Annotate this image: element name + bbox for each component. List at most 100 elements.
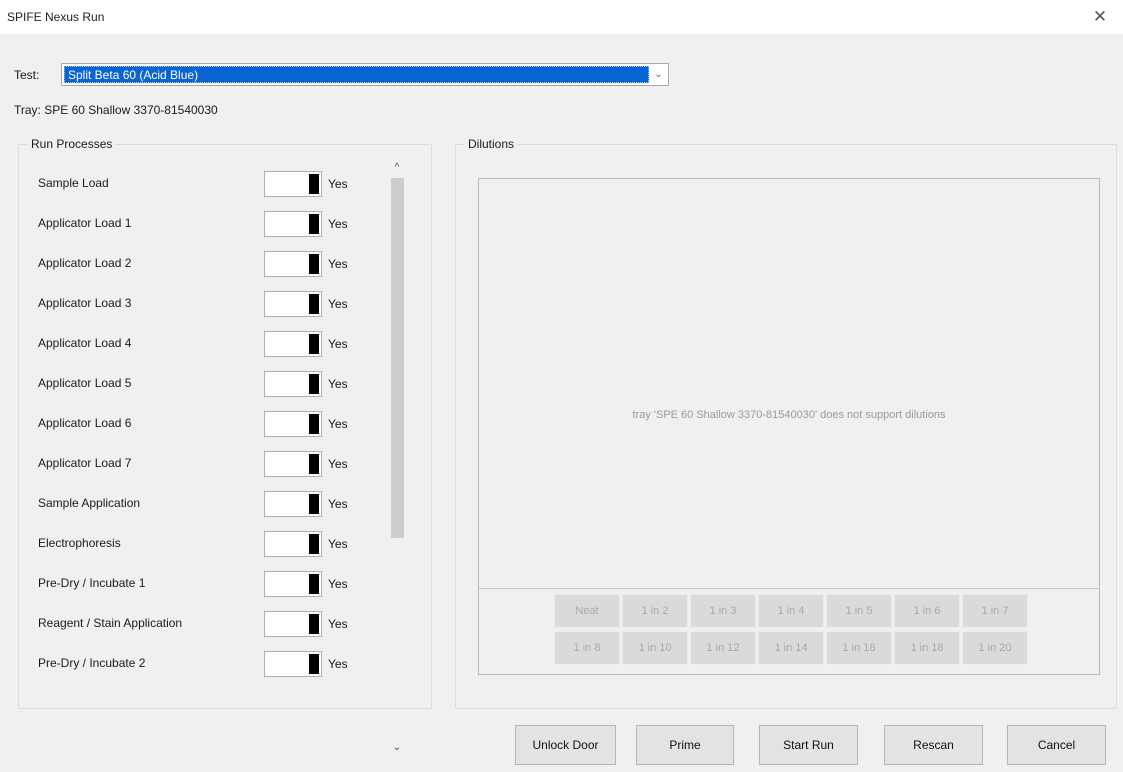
dilution-button[interactable]: 1 in 5	[826, 594, 892, 628]
toggle-knob	[309, 614, 319, 634]
scroll-down-icon[interactable]: ⌄	[388, 740, 406, 756]
run-process-row: Pre-Dry / Incubate 1 Yes	[19, 569, 399, 597]
run-process-value: Yes	[328, 177, 348, 191]
run-process-value: Yes	[328, 497, 348, 511]
toggle-knob	[309, 414, 319, 434]
start-run-button[interactable]: Start Run	[759, 725, 858, 765]
run-process-toggle[interactable]	[264, 171, 322, 197]
title-bar: SPIFE Nexus Run ✕	[0, 0, 1123, 34]
run-process-value: Yes	[328, 617, 348, 631]
dilutions-message: tray 'SPE 60 Shallow 3370-81540030' does…	[632, 409, 946, 421]
run-process-label: Sample Application	[38, 496, 141, 510]
run-process-toggle[interactable]	[264, 331, 322, 357]
run-process-row: Applicator Load 2 Yes	[19, 249, 399, 277]
run-process-value: Yes	[328, 417, 348, 431]
run-process-row: Sample Load Yes	[19, 169, 399, 197]
run-process-row: Applicator Load 3 Yes	[19, 289, 399, 317]
run-process-row: Applicator Load 7 Yes	[19, 449, 399, 477]
dilution-button[interactable]: 1 in 7	[962, 594, 1028, 628]
run-process-label: Reagent / Stain Application	[38, 616, 183, 630]
toggle-knob	[309, 494, 319, 514]
toggle-knob	[309, 334, 319, 354]
run-process-value: Yes	[328, 337, 348, 351]
unlock-door-button[interactable]: Unlock Door	[515, 725, 616, 765]
toggle-knob	[309, 254, 319, 274]
dilution-button[interactable]: 1 in 6	[894, 594, 960, 628]
run-process-value: Yes	[328, 217, 348, 231]
toggle-knob	[309, 534, 319, 554]
run-processes-group: Run Processes Sample Load Yes Applicator L…	[18, 137, 432, 709]
run-process-toggle[interactable]	[264, 371, 322, 397]
run-process-row: Electrophoresis Yes	[19, 529, 399, 557]
run-process-value: Yes	[328, 657, 348, 671]
toggle-knob	[309, 374, 319, 394]
toggle-knob	[309, 294, 319, 314]
run-process-row: Sample Application Yes	[19, 489, 399, 517]
dilution-button[interactable]: 1 in 12	[690, 631, 756, 665]
test-label: Test:	[14, 68, 40, 82]
run-process-value: Yes	[328, 297, 348, 311]
run-process-value: Yes	[328, 537, 348, 551]
toggle-knob	[309, 174, 319, 194]
run-process-toggle[interactable]	[264, 411, 322, 437]
dilution-button[interactable]: Neat	[554, 594, 620, 628]
run-process-row: Applicator Load 6 Yes	[19, 409, 399, 437]
scroll-up-icon[interactable]: ^	[388, 160, 406, 176]
run-process-toggle[interactable]	[264, 291, 322, 317]
prime-button[interactable]: Prime	[636, 725, 734, 765]
run-process-toggle[interactable]	[264, 451, 322, 477]
toggle-knob	[309, 214, 319, 234]
dilution-button[interactable]: 1 in 16	[826, 631, 892, 665]
run-process-label: Electrophoresis	[38, 536, 121, 550]
run-process-label: Applicator Load 7	[38, 456, 132, 470]
scroll-thumb[interactable]	[391, 178, 404, 538]
rescan-button[interactable]: Rescan	[884, 725, 983, 765]
run-process-label: Applicator Load 3	[38, 296, 132, 310]
run-process-toggle[interactable]	[264, 651, 322, 677]
dilution-button[interactable]: 1 in 4	[758, 594, 824, 628]
run-process-label: Applicator Load 2	[38, 256, 132, 270]
dilution-button[interactable]: 1 in 2	[622, 594, 688, 628]
run-process-label: Sample Load	[38, 176, 109, 190]
test-select[interactable]: Split Beta 60 (Acid Blue) ⌄	[61, 63, 669, 86]
run-process-label: Applicator Load 1	[38, 216, 132, 230]
chevron-down-icon[interactable]: ⌄	[651, 67, 666, 82]
toggle-knob	[309, 654, 319, 674]
run-processes-scrollbar[interactable]: ^ ⌄	[388, 160, 406, 772]
run-process-toggle[interactable]	[264, 211, 322, 237]
toggle-knob	[309, 454, 319, 474]
run-process-toggle[interactable]	[264, 491, 322, 517]
dilutions-divider	[479, 588, 1099, 589]
toggle-knob	[309, 574, 319, 594]
run-process-row: Reagent / Stain Application Yes	[19, 609, 399, 637]
dilution-button[interactable]: 1 in 10	[622, 631, 688, 665]
run-process-row: Pre-Dry / Incubate 2 Yes	[19, 649, 399, 677]
run-process-toggle[interactable]	[264, 571, 322, 597]
run-process-value: Yes	[328, 377, 348, 391]
run-process-label: Applicator Load 5	[38, 376, 132, 390]
tray-info: Tray: SPE 60 Shallow 3370-81540030	[14, 103, 218, 117]
run-process-value: Yes	[328, 257, 348, 271]
run-process-row: Applicator Load 5 Yes	[19, 369, 399, 397]
dilution-button[interactable]: 1 in 20	[962, 631, 1028, 665]
dilution-button[interactable]: 1 in 18	[894, 631, 960, 665]
dilution-button[interactable]: 1 in 3	[690, 594, 756, 628]
window-title: SPIFE Nexus Run	[7, 10, 105, 24]
run-processes-title: Run Processes	[27, 137, 117, 151]
run-process-label: Applicator Load 4	[38, 336, 132, 350]
dilutions-panel: tray 'SPE 60 Shallow 3370-81540030' does…	[478, 178, 1100, 675]
close-icon[interactable]: ✕	[1089, 7, 1111, 29]
run-process-value: Yes	[328, 457, 348, 471]
dilution-button[interactable]: 1 in 14	[758, 631, 824, 665]
run-process-label: Pre-Dry / Incubate 1	[38, 576, 146, 590]
test-selected-value: Split Beta 60 (Acid Blue)	[64, 66, 649, 83]
run-process-toggle[interactable]	[264, 251, 322, 277]
run-process-row: Applicator Load 4 Yes	[19, 329, 399, 357]
run-process-toggle[interactable]	[264, 611, 322, 637]
cancel-button[interactable]: Cancel	[1007, 725, 1106, 765]
dilutions-title: Dilutions	[464, 137, 519, 151]
run-process-label: Applicator Load 6	[38, 416, 132, 430]
run-process-toggle[interactable]	[264, 531, 322, 557]
run-process-row: Applicator Load 1 Yes	[19, 209, 399, 237]
dilution-button[interactable]: 1 in 8	[554, 631, 620, 665]
